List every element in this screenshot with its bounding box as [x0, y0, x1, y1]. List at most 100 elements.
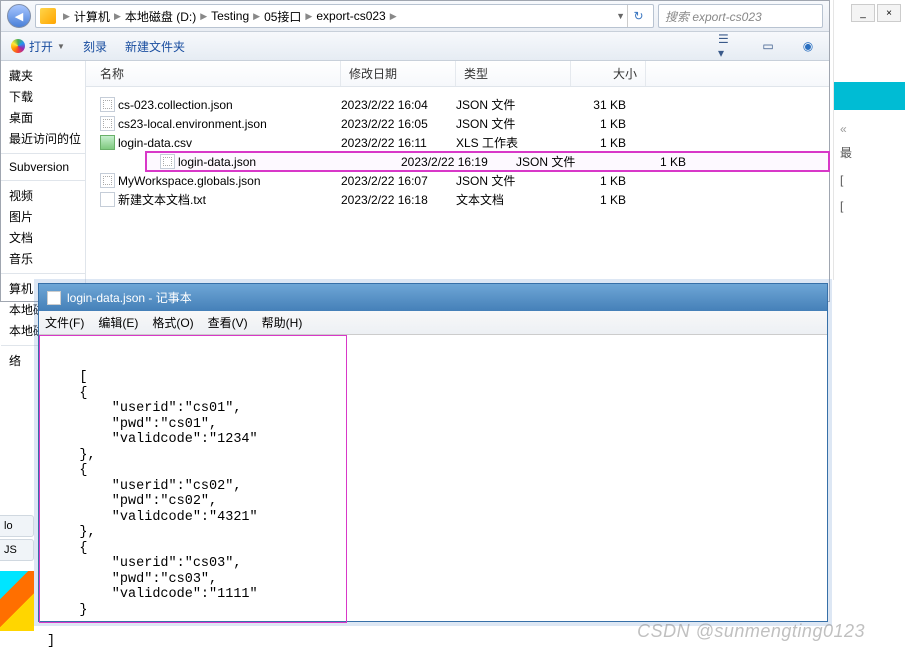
file-date: 2023/2/22 16:19: [401, 155, 516, 169]
open-button[interactable]: 打开 ▼: [11, 38, 65, 55]
menu-view[interactable]: 查看(V): [208, 314, 248, 331]
sidebar-item[interactable]: 视频: [1, 185, 85, 206]
minimize-button[interactable]: _: [851, 4, 875, 22]
file-row[interactable]: MyWorkspace.globals.json 2023/2/22 16:07J…: [86, 171, 829, 190]
chevron-right-icon: ▶: [305, 11, 312, 22]
open-icon: [11, 39, 25, 53]
toolbar: 打开 ▼ 刻录 新建文件夹 ☰ ▾ ▭ ◉: [1, 32, 829, 61]
file-list: 名称 修改日期 类型 大小 cs-023.collection.json 2023…: [86, 61, 829, 301]
search-input[interactable]: 搜索 export-cs023: [658, 4, 823, 28]
file-name: login-data.json: [178, 155, 256, 169]
sidebar-item[interactable]: 最近访问的位: [1, 128, 85, 149]
col-size-header[interactable]: 大小: [571, 61, 646, 86]
file-size: 1 KB: [571, 174, 646, 188]
file-name: login-data.csv: [118, 136, 192, 150]
nav-sidebar: 藏夹 下载 桌面 最近访问的位 Subversion 视频 图片 文档 音乐 算…: [1, 61, 86, 301]
col-date-header[interactable]: 修改日期: [341, 61, 456, 86]
notepad-titlebar[interactable]: login-data.json - 记事本: [39, 284, 827, 311]
notepad-window: login-data.json - 记事本 文件(F) 编辑(E) 格式(O) …: [38, 283, 828, 622]
breadcrumb[interactable]: ▶ 计算机 ▶ 本地磁盘 (D:) ▶ Testing ▶ 05接口 ▶ exp…: [35, 4, 654, 28]
fragment-js: JS: [0, 539, 34, 561]
breadcrumb-dropdown[interactable]: ▼: [616, 11, 625, 21]
breadcrumb-item[interactable]: export-cs023: [316, 9, 385, 23]
col-name-header[interactable]: 名称: [86, 61, 341, 86]
watermark: CSDN @sunmengting0123: [637, 621, 865, 642]
notepad-menubar: 文件(F) 编辑(E) 格式(O) 查看(V) 帮助(H): [39, 311, 827, 335]
accent-bar: [834, 82, 905, 110]
file-row[interactable]: login-data.json 2023/2/22 16:19JSON 文件1 K…: [146, 152, 829, 171]
file-date: 2023/2/22 16:07: [341, 174, 456, 188]
chevron-right-icon: ▶: [114, 11, 121, 22]
file-type: 文本文档: [456, 191, 571, 208]
notepad-icon: [47, 291, 61, 305]
right-label: [: [840, 199, 899, 213]
sidebar-item[interactable]: 桌面: [1, 107, 85, 128]
notepad-title: login-data.json - 记事本: [67, 289, 192, 306]
search-placeholder: 搜索 export-cs023: [665, 8, 762, 25]
nav-back-button[interactable]: ◀: [7, 4, 31, 28]
sidebar-item[interactable]: 图片: [1, 206, 85, 227]
menu-edit[interactable]: 编辑(E): [98, 314, 138, 331]
file-icon: [100, 173, 115, 188]
file-name: MyWorkspace.globals.json: [118, 174, 261, 188]
file-icon: [100, 116, 115, 131]
file-name: cs-023.collection.json: [118, 98, 233, 112]
chevron-right-icon: ▶: [200, 11, 207, 22]
file-size: 1 KB: [571, 117, 646, 131]
sidebar-item[interactable]: 音乐: [1, 248, 85, 269]
file-row[interactable]: cs-023.collection.json2023/2/22 16:04JSO…: [86, 95, 829, 114]
burn-button[interactable]: 刻录: [83, 38, 107, 55]
file-icon: [100, 97, 115, 112]
file-icon: [100, 192, 115, 207]
menu-format[interactable]: 格式(O): [152, 314, 193, 331]
close-button[interactable]: ×: [877, 4, 901, 22]
file-size: 1 KB: [631, 155, 706, 169]
file-date: 2023/2/22 16:18: [341, 193, 456, 207]
sidebar-item[interactable]: 下载: [1, 86, 85, 107]
file-row[interactable]: cs23-local.environment.json2023/2/22 16:…: [86, 114, 829, 133]
chevron-down-icon: ▼: [57, 42, 65, 51]
notepad-text: [ { "userid":"cs01", "pwd":"cs01", "vali…: [47, 370, 258, 649]
collapse-icon[interactable]: «: [840, 122, 899, 136]
breadcrumb-item[interactable]: 本地磁盘 (D:): [125, 8, 196, 25]
chevron-right-icon: ▶: [63, 11, 70, 22]
breadcrumb-item[interactable]: 05接口: [264, 8, 301, 25]
refresh-button[interactable]: ↻: [627, 5, 649, 27]
file-name: 新建文本文档.txt: [118, 191, 206, 208]
address-bar: ◀ ▶ 计算机 ▶ 本地磁盘 (D:) ▶ Testing ▶ 05接口 ▶ e…: [1, 1, 829, 32]
file-row[interactable]: 新建文本文档.txt 2023/2/22 16:18文本文档1 KB: [86, 190, 829, 209]
file-type: JSON 文件: [456, 115, 571, 132]
file-size: 31 KB: [571, 98, 646, 112]
notepad-content[interactable]: [ { "userid":"cs01", "pwd":"cs01", "vali…: [39, 335, 827, 621]
preview-pane-button[interactable]: ▭: [757, 36, 779, 56]
file-icon: [100, 135, 115, 150]
file-icon: [160, 154, 175, 169]
file-date: 2023/2/22 16:11: [341, 136, 456, 150]
file-row[interactable]: login-data.csv 2023/2/22 16:11XLS 工作表1 KB: [86, 133, 829, 152]
sidebar-item[interactable]: 文档: [1, 227, 85, 248]
column-headers: 名称 修改日期 类型 大小: [86, 61, 829, 87]
file-type: XLS 工作表: [456, 134, 571, 151]
file-size: 1 KB: [571, 193, 646, 207]
help-button[interactable]: ◉: [797, 36, 819, 56]
explorer-window: ◀ ▶ 计算机 ▶ 本地磁盘 (D:) ▶ Testing ▶ 05接口 ▶ e…: [0, 0, 830, 302]
menu-help[interactable]: 帮助(H): [262, 314, 303, 331]
breadcrumb-item[interactable]: Testing: [211, 9, 249, 23]
file-size: 1 KB: [571, 136, 646, 150]
file-date: 2023/2/22 16:04: [341, 98, 456, 112]
folder-icon: [40, 8, 56, 24]
file-type: JSON 文件: [456, 172, 571, 189]
breadcrumb-item[interactable]: 计算机: [74, 8, 110, 25]
sidebar-item[interactable]: 藏夹: [1, 65, 85, 86]
chevron-right-icon: ▶: [390, 11, 397, 22]
right-label: [: [840, 173, 899, 187]
col-type-header[interactable]: 类型: [456, 61, 571, 86]
open-label: 打开: [29, 38, 53, 55]
file-type: JSON 文件: [516, 153, 631, 170]
view-options-button[interactable]: ☰ ▾: [717, 36, 739, 56]
color-fragment: [0, 571, 34, 631]
menu-file[interactable]: 文件(F): [45, 314, 84, 331]
sidebar-item[interactable]: Subversion: [1, 158, 85, 176]
newfolder-button[interactable]: 新建文件夹: [125, 38, 185, 55]
left-fragments: lo JS: [0, 515, 34, 631]
